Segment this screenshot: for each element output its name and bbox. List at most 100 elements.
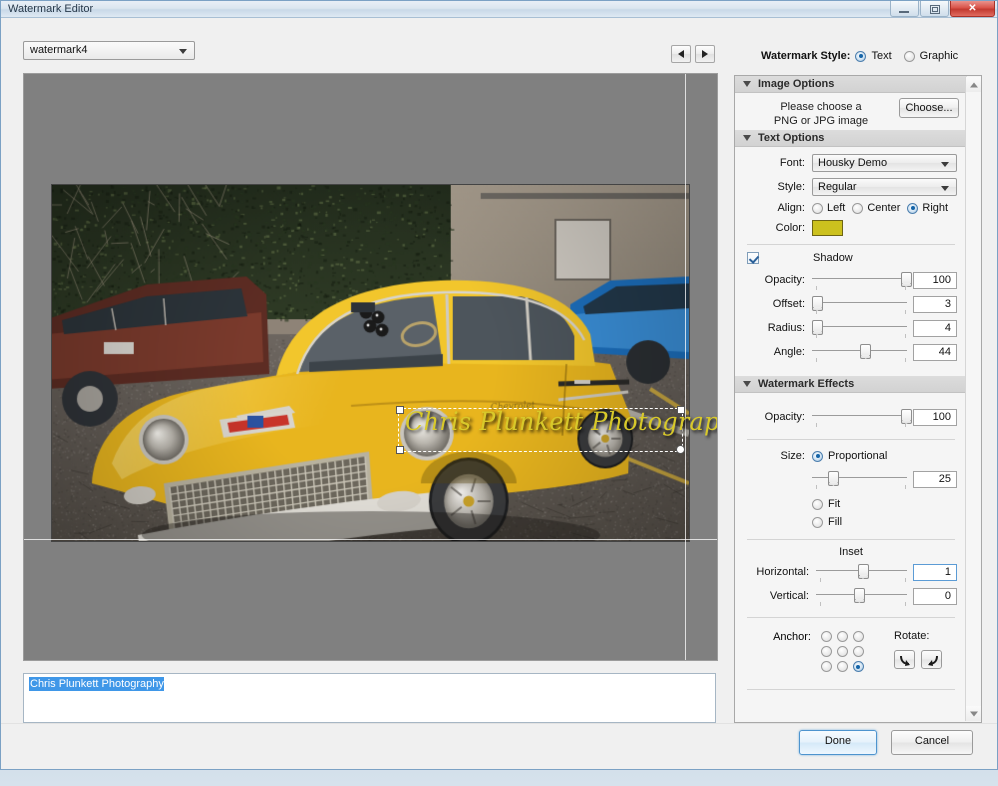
slider-track <box>812 302 907 303</box>
inset-horizontal-value[interactable]: 1 <box>913 563 957 581</box>
font-label: Font: <box>779 157 805 169</box>
style-value: Regular <box>818 181 857 193</box>
anchor-middle-right[interactable] <box>852 646 864 657</box>
inset-vertical-slider[interactable] <box>816 587 907 606</box>
radio-style-graphic[interactable] <box>903 50 915 62</box>
radio-align-right[interactable] <box>907 202 919 214</box>
effects-opacity-value[interactable]: 100 <box>913 408 957 426</box>
radio-style-text[interactable] <box>855 50 867 62</box>
shadow-checkbox[interactable] <box>747 252 759 264</box>
slider-thumb[interactable] <box>811 320 823 335</box>
preset-dropdown[interactable]: watermark4 <box>23 41 195 60</box>
slider-thumb[interactable] <box>853 588 865 603</box>
maximize-button[interactable] <box>920 1 949 17</box>
options-panel-scrollbar[interactable] <box>965 77 981 721</box>
inset-horizontal-label: Horizontal: <box>756 566 809 578</box>
preset-value: watermark4 <box>30 44 88 56</box>
previous-image-button[interactable] <box>671 45 691 63</box>
arrow-down-icon <box>969 711 978 716</box>
anchor-top-left[interactable] <box>820 631 832 642</box>
photo-preview <box>51 184 690 542</box>
radio-align-center[interactable] <box>852 202 864 214</box>
slider-tick <box>905 286 907 290</box>
style-dropdown[interactable]: Regular <box>812 178 957 196</box>
cancel-button[interactable]: Cancel <box>891 730 973 755</box>
slider-tick <box>815 485 817 489</box>
shadow-opacity-value[interactable]: 100 <box>913 271 957 289</box>
anchor-middle-left[interactable] <box>820 646 832 657</box>
rotate-ccw-icon <box>928 655 938 666</box>
divider <box>747 689 955 690</box>
resize-handle-top-right[interactable] <box>677 406 685 414</box>
done-button[interactable]: Done <box>799 730 877 755</box>
radio-align-left[interactable] <box>812 202 823 214</box>
slider-thumb[interactable] <box>901 272 913 287</box>
resize-handle-bottom-right[interactable] <box>676 445 685 454</box>
label-align-right: Right <box>922 202 949 214</box>
guide-line-horizontal <box>24 539 717 540</box>
section-header-watermark-effects[interactable]: Watermark Effects <box>735 376 967 393</box>
font-dropdown[interactable]: Housky Demo <box>812 154 957 172</box>
next-image-button[interactable] <box>695 45 715 63</box>
section-title-watermark-effects: Watermark Effects <box>758 378 855 390</box>
size-slider[interactable] <box>812 470 907 489</box>
radio-size-proportional[interactable] <box>812 450 823 462</box>
close-button[interactable]: ✕ <box>950 1 995 17</box>
anchor-top-center[interactable] <box>836 631 848 642</box>
radio-size-fit[interactable] <box>812 498 823 510</box>
chevron-down-icon <box>179 49 187 54</box>
radio-size-fill[interactable] <box>812 516 823 528</box>
slider-track <box>812 278 907 279</box>
anchor-middle-center[interactable] <box>836 646 848 657</box>
fit-row: Fit <box>745 498 957 510</box>
shadow-angle-value[interactable]: 44 <box>913 343 957 361</box>
scroll-up-button[interactable] <box>966 77 981 92</box>
rotate-ccw-button[interactable] <box>921 650 942 669</box>
watermark-text-input[interactable]: Chris Plunkett Photography <box>23 673 716 723</box>
slider-tick <box>815 310 817 314</box>
image-options-body: Please choose a PNG or JPG image Choose.… <box>735 93 967 130</box>
anchor-bottom-left[interactable] <box>820 661 832 672</box>
section-header-image-options[interactable]: Image Options <box>735 76 967 93</box>
resize-handle-top-left[interactable] <box>396 406 404 414</box>
watermark-bounding-box[interactable]: Chris Plunkett Photography <box>396 406 717 454</box>
section-header-text-options[interactable]: Text Options <box>735 130 967 147</box>
slider-thumb[interactable] <box>827 471 839 486</box>
shadow-opacity-slider[interactable] <box>812 271 913 290</box>
anchor-top-right[interactable] <box>852 631 864 642</box>
inset-horizontal-slider[interactable] <box>816 563 907 582</box>
align-row: Align: Left Center Right <box>745 202 957 214</box>
chevron-down-icon <box>941 162 949 167</box>
choose-image-message-line2: PNG or JPG image <box>773 115 869 127</box>
shadow-radius-slider[interactable] <box>811 319 907 338</box>
font-row: Font: Housky Demo <box>745 154 957 172</box>
shadow-angle-slider[interactable] <box>812 343 907 362</box>
guide-line-vertical <box>685 74 686 660</box>
rotate-cw-button[interactable] <box>894 650 915 669</box>
resize-handle-bottom-left[interactable] <box>396 446 404 454</box>
slider-thumb[interactable] <box>857 564 869 579</box>
slider-thumb[interactable] <box>901 409 913 424</box>
effects-opacity-slider[interactable] <box>812 408 913 427</box>
inset-vertical-value[interactable]: 0 <box>913 587 957 605</box>
choose-image-message: Please choose a PNG or JPG image <box>743 98 899 128</box>
scroll-down-button[interactable] <box>966 706 981 721</box>
size-value[interactable]: 25 <box>913 470 957 488</box>
shadow-radius-value[interactable]: 4 <box>913 319 957 337</box>
slider-tick <box>905 310 907 314</box>
title-bar: Watermark Editor ✕ <box>1 1 997 18</box>
minimize-button[interactable] <box>890 1 919 17</box>
minimize-icon <box>899 11 909 13</box>
slider-track <box>812 415 907 416</box>
shadow-offset-slider[interactable] <box>811 295 907 314</box>
anchor-bottom-center[interactable] <box>836 661 848 672</box>
slider-thumb[interactable] <box>811 296 823 311</box>
color-swatch[interactable] <box>812 220 843 236</box>
choose-image-button[interactable]: Choose... <box>899 98 959 118</box>
preview-canvas[interactable]: Chris Plunkett Photography <box>23 73 718 661</box>
inset-vertical-label: Vertical: <box>769 590 809 602</box>
slider-thumb[interactable] <box>860 344 872 359</box>
shadow-offset-value[interactable]: 3 <box>913 295 957 313</box>
anchor-bottom-right[interactable] <box>852 661 864 672</box>
divider <box>747 439 955 440</box>
